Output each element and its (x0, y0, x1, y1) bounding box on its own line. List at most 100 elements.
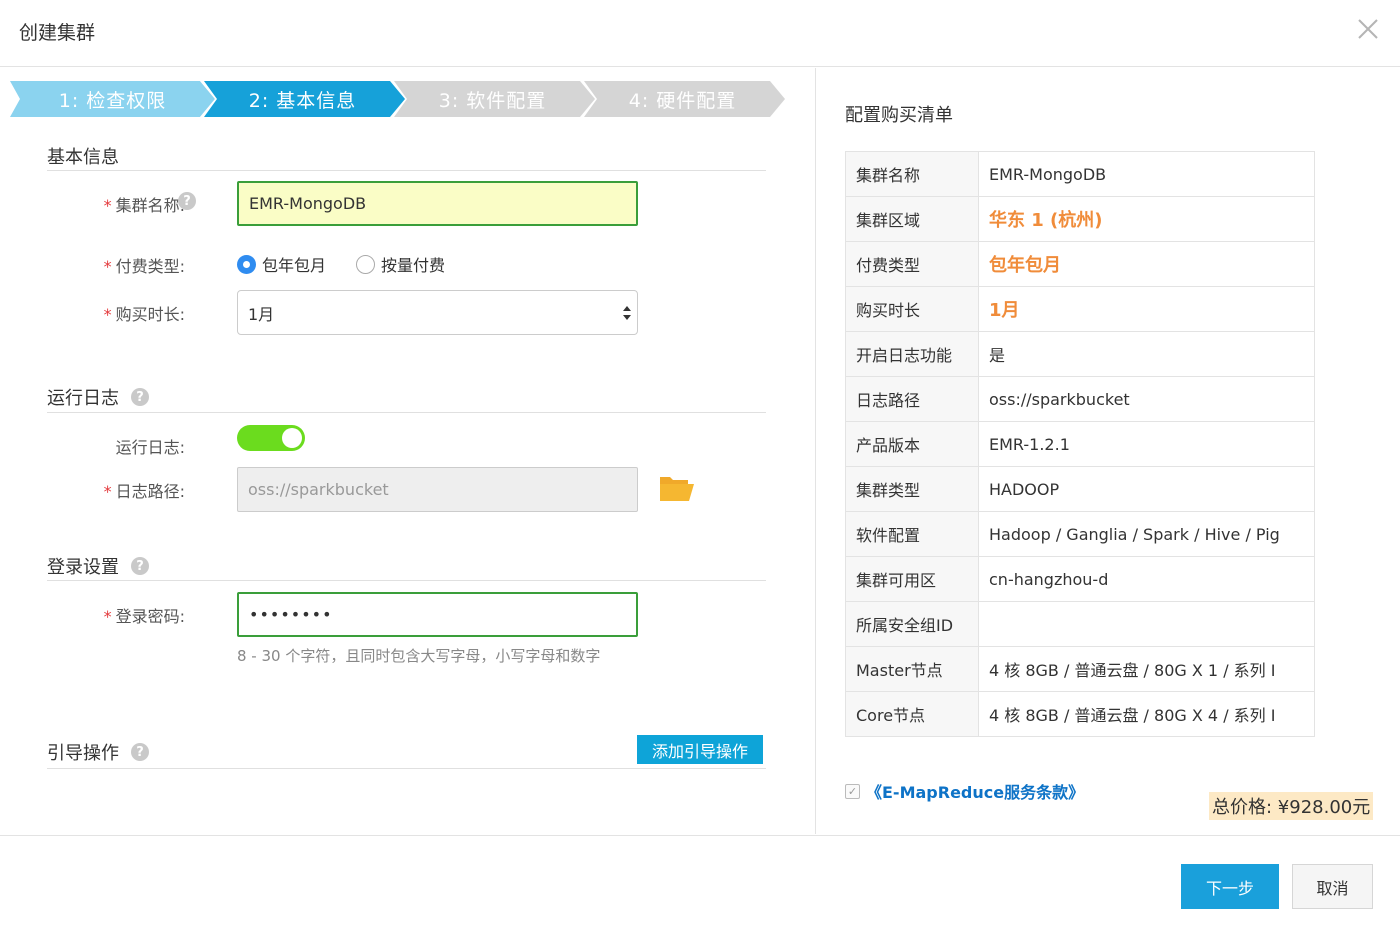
summary-value: oss://sparkbucket (978, 376, 1315, 422)
help-icon[interactable]: ? (178, 192, 196, 210)
summary-key: 开启日志功能 (845, 331, 979, 377)
summary-key: 付费类型 (845, 241, 979, 287)
step-wizard: 1: 检查权限 2: 基本信息 3: 软件配置 4: 硬件配置 (10, 81, 785, 117)
step-label: 4: 硬件配置 (628, 89, 737, 112)
summary-value: 4 核 8GB / 普通云盘 / 80G X 1 / 系列 I (978, 646, 1315, 692)
pay-type-label: * 付费类型: (103, 257, 185, 276)
summary-value: 是 (978, 331, 1315, 377)
section-run-log: 运行日志 ? (47, 384, 149, 410)
summary-key: 集群区域 (845, 196, 979, 242)
radio-annual[interactable]: 包年包月 (237, 252, 326, 276)
summary-key: 产品版本 (845, 421, 979, 467)
summary-key: 软件配置 (845, 511, 979, 557)
summary-row: 产品版本 EMR-1.2.1 (845, 421, 1315, 467)
section-divider (47, 170, 766, 171)
help-icon[interactable]: ? (131, 557, 149, 575)
radio-selected-icon (237, 254, 256, 274)
summary-table: 集群名称 EMR-MongoDB 集群区域 华东 1 (杭州) 付费类型 包年包月 购买时长… (845, 151, 1315, 737)
section-divider (47, 768, 766, 769)
summary-row: 付费类型 包年包月 (845, 241, 1315, 287)
required-mark: * (103, 196, 112, 215)
radio-pay-as-you-go[interactable]: 按量付费 (356, 252, 445, 276)
summary-key: 所属安全组ID (845, 601, 979, 647)
summary-key: 购买时长 (845, 286, 979, 332)
summary-key: 集群可用区 (845, 556, 979, 602)
next-button[interactable]: 下一步 (1181, 864, 1279, 909)
dialog-title: 创建集群 (19, 22, 96, 44)
log-path-input: oss://sparkbucket (237, 467, 638, 512)
radio-empty-icon (356, 254, 375, 274)
step-check-permission: 1: 检查权限 (10, 81, 215, 117)
summary-key: Master节点 (845, 646, 979, 692)
summary-value: EMR-MongoDB (978, 151, 1315, 197)
section-title-text: 基本信息 (47, 147, 119, 168)
summary-value: Hadoop / Ganglia / Spark / Hive / Pig (978, 511, 1315, 557)
step-label: 3: 软件配置 (438, 89, 547, 112)
summary-row: 日志路径 oss://sparkbucket (845, 376, 1315, 422)
summary-title: 配置购买清单 (845, 105, 953, 126)
section-divider (47, 580, 766, 581)
step-label: 2: 基本信息 (248, 89, 357, 112)
password-input[interactable]: •••••••• (237, 592, 638, 637)
log-toggle-label: 运行日志: (115, 438, 185, 457)
summary-key: Core节点 (845, 691, 979, 737)
summary-panel: 配置购买清单 集群名称 EMR-MongoDB 集群区域 华东 1 (杭州) 付费类型包… (816, 68, 1400, 834)
step-label: 1: 检查权限 (58, 89, 167, 112)
step-basic-info: 2: 基本信息 (200, 81, 405, 117)
duration-select[interactable]: 1月 (237, 290, 638, 335)
folder-icon[interactable] (659, 474, 695, 502)
required-mark: * (103, 257, 112, 276)
cluster-name-label: * 集群名称: (103, 196, 185, 215)
password-hint: 8 - 30 个字符，且同时包含大写字母，小写字母和数字 (237, 647, 601, 665)
summary-row: Master节点 4 核 8GB / 普通云盘 / 80G X 1 / 系列 I (845, 646, 1315, 692)
summary-value: 华东 1 (杭州) (978, 196, 1315, 242)
add-bootstrap-button[interactable]: 添加引导操作 (637, 735, 763, 764)
agreement-link[interactable]: 《E-MapReduce服务条款》 (866, 779, 1084, 803)
summary-value: 包年包月 (978, 241, 1315, 287)
section-basic-info: 基本信息 (47, 143, 119, 169)
summary-value: EMR-1.2.1 (978, 421, 1315, 467)
cluster-name-input[interactable]: EMR-MongoDB (237, 181, 638, 226)
summary-row: Core节点 4 核 8GB / 普通云盘 / 80G X 4 / 系列 I (845, 691, 1315, 737)
summary-row: 集群区域 华东 1 (杭州) (845, 196, 1315, 242)
summary-row: 集群类型 HADOOP (845, 466, 1315, 512)
step-hardware-config: 4: 硬件配置 (580, 81, 785, 117)
duration-label: * 购买时长: (103, 305, 185, 324)
required-mark: * (103, 305, 112, 324)
required-mark: * (103, 607, 112, 626)
required-mark: * (103, 482, 112, 501)
summary-key: 集群名称 (845, 151, 979, 197)
summary-row: 集群可用区 cn-hangzhou-d (845, 556, 1315, 602)
step-software-config: 3: 软件配置 (390, 81, 595, 117)
section-login: 登录设置 ? (47, 553, 149, 579)
agreement-checkbox[interactable]: ✓ (845, 783, 860, 799)
summary-row: 集群名称 EMR-MongoDB (845, 151, 1315, 197)
select-arrows-icon (623, 306, 631, 320)
help-icon[interactable]: ? (131, 743, 149, 761)
agreement: ✓ 《E-MapReduce服务条款》 (845, 779, 1084, 803)
section-bootstrap: 引导操作 ? (47, 739, 149, 765)
summary-value: HADOOP (978, 466, 1315, 512)
summary-key: 日志路径 (845, 376, 979, 422)
summary-row: 开启日志功能是 (845, 331, 1315, 377)
summary-value (978, 601, 1315, 647)
summary-row: 购买时长 1月 (845, 286, 1315, 332)
close-icon[interactable] (1355, 16, 1381, 42)
summary-key: 集群类型 (845, 466, 979, 512)
log-path-label: * 日志路径: (103, 482, 185, 501)
toggle-knob (282, 428, 302, 448)
summary-value: 4 核 8GB / 普通云盘 / 80G X 4 / 系列 I (978, 691, 1315, 737)
dialog-footer: 下一步 取消 (0, 835, 1400, 931)
form-panel: 1: 检查权限 2: 基本信息 3: 软件配置 4: 硬件配置 基本信息 * 集群… (0, 68, 815, 834)
summary-value: 1月 (978, 286, 1315, 332)
log-toggle[interactable] (237, 425, 305, 451)
summary-row: 所属安全组ID (845, 601, 1315, 647)
help-icon[interactable]: ? (131, 388, 149, 406)
dialog-header: 创建集群 (0, 0, 1400, 67)
section-divider (47, 412, 766, 413)
summary-row: 软件配置 Hadoop / Ganglia / Spark / Hive / Pi… (845, 511, 1315, 557)
cancel-button[interactable]: 取消 (1292, 864, 1373, 909)
password-label: * 登录密码: (103, 607, 185, 626)
total-price: 总价格: ¥928.00元 (1209, 792, 1374, 820)
summary-value: cn-hangzhou-d (978, 556, 1315, 602)
